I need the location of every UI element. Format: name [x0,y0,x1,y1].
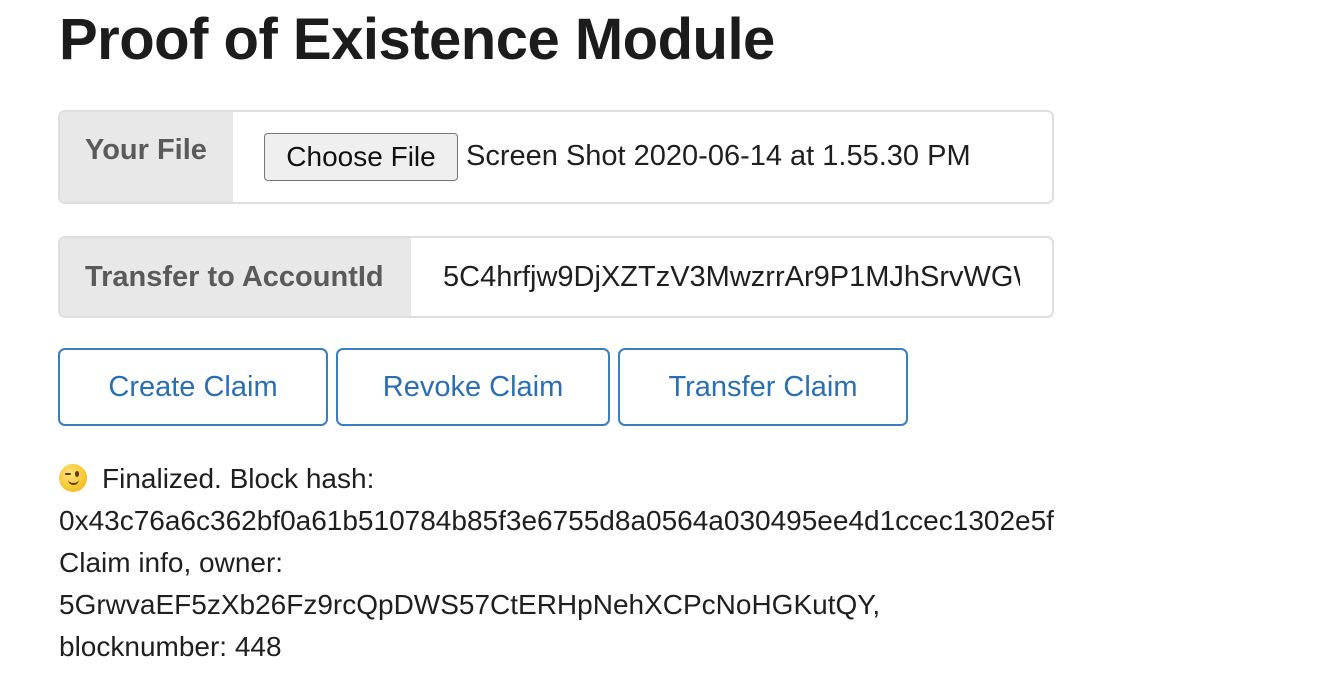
account-input-group: Transfer to AccountId [58,236,1054,318]
choose-file-button[interactable]: Choose File [264,133,458,181]
claim-info-label: Claim info, owner: [59,547,284,578]
account-id-input[interactable] [411,238,1052,316]
winking-face-icon [59,464,87,492]
page-title: Proof of Existence Module [59,7,775,72]
block-number-value: blocknumber: 448 [59,631,282,662]
block-hash-value: 0x43c76a6c362bf0a61b510784b85f3e6755d8a0… [59,505,1054,536]
status-finalized-text: Finalized. Block hash: [102,463,375,494]
file-input-group: Your File Choose File Screen Shot 2020-0… [58,110,1054,204]
account-input-label: Transfer to AccountId [60,238,411,316]
status-message: Finalized. Block hash: 0x43c76a6c362bf0a… [59,458,1054,668]
revoke-claim-button[interactable]: Revoke Claim [336,348,610,426]
claim-owner-value: 5GrwvaEF5zXb26Fz9rcQpDWS57CtERHpNehXCPcN… [59,589,881,620]
file-input-label: Your File [60,112,233,202]
create-claim-button[interactable]: Create Claim [58,348,328,426]
transfer-claim-button[interactable]: Transfer Claim [618,348,908,426]
file-input-area[interactable]: Choose File Screen Shot 2020-06-14 at 1.… [233,112,1052,202]
selected-file-name: Screen Shot 2020-06-14 at 1.55.30 PM [466,140,971,172]
